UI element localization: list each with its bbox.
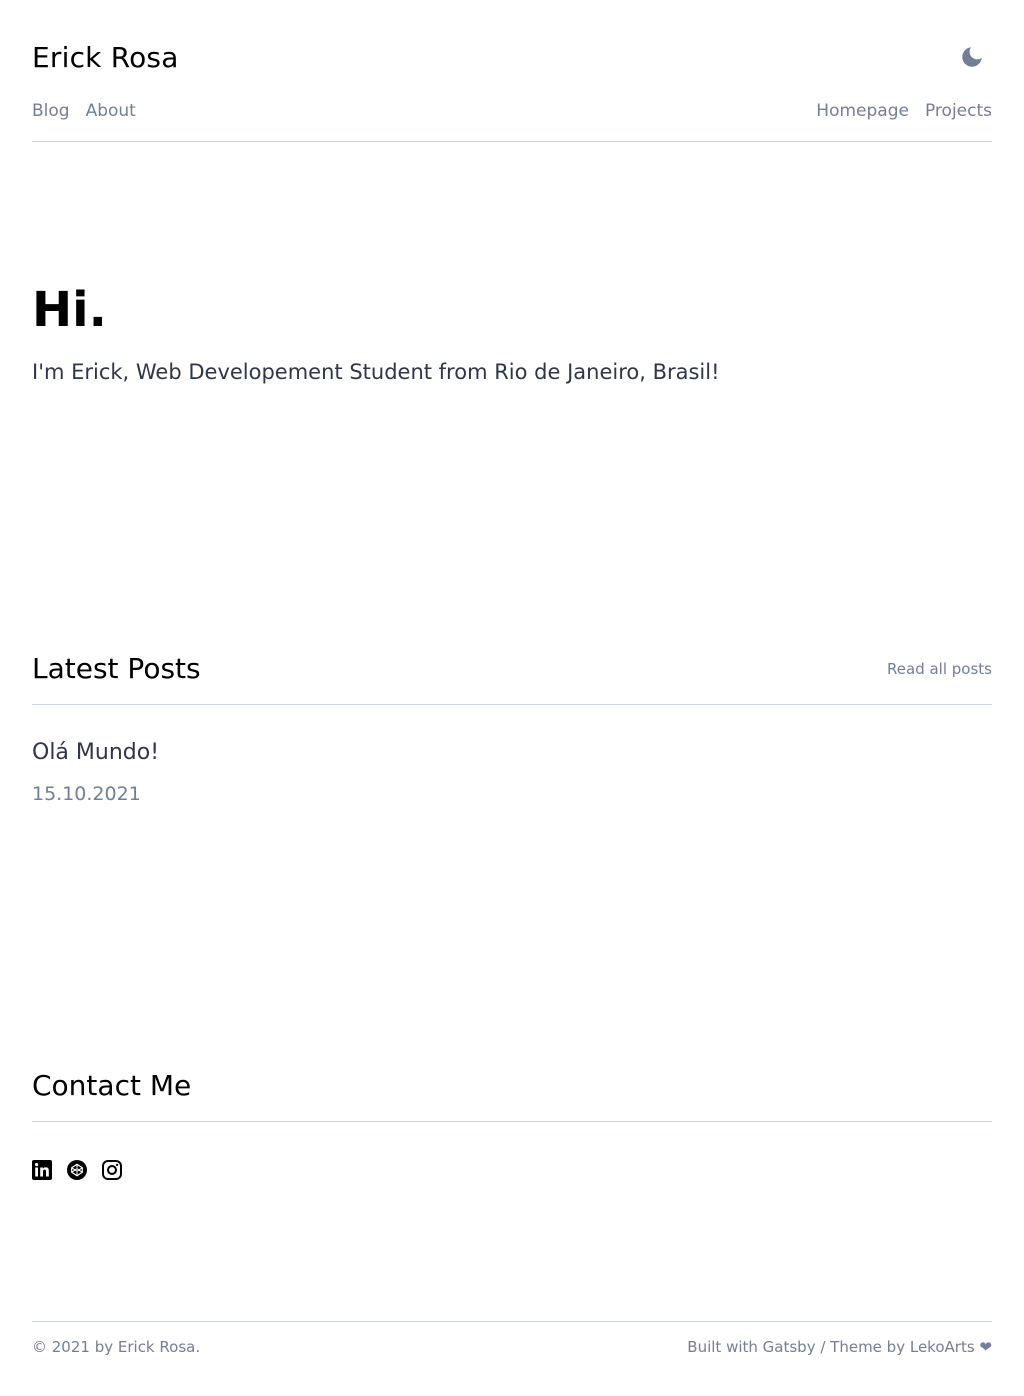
nav-right: Homepage Projects	[816, 101, 992, 121]
nav-item-projects[interactable]: Projects	[925, 101, 992, 121]
hero-subtitle: I'm Erick, Web Developement Student from…	[32, 360, 720, 384]
footer-divider	[32, 1321, 992, 1322]
codepen-link[interactable]	[67, 1160, 87, 1180]
latest-posts-title: Latest Posts	[32, 652, 201, 685]
nav-item-about[interactable]: About	[86, 101, 136, 121]
footer-credits: Built with Gatsby / Theme by LekoArts ❤	[687, 1338, 992, 1356]
footer-copyright: © 2021 by Erick Rosa.	[32, 1338, 201, 1356]
heart-icon: ❤	[979, 1338, 992, 1356]
linkedin-icon	[32, 1160, 52, 1180]
contact-title: Contact Me	[32, 1069, 192, 1102]
site-header: Erick Rosa	[32, 36, 992, 78]
social-links	[32, 1160, 122, 1180]
footer-built-prefix: Built with	[687, 1338, 763, 1356]
footer-separator: /	[815, 1338, 831, 1356]
contact-header: Contact Me	[32, 1069, 992, 1102]
main-nav: Blog About Homepage Projects	[32, 96, 992, 126]
linkedin-link[interactable]	[32, 1160, 52, 1180]
nav-item-homepage[interactable]: Homepage	[816, 101, 909, 121]
footer-theme-prefix: Theme by	[830, 1338, 910, 1356]
theme-toggle-button[interactable]	[952, 37, 992, 77]
instagram-link[interactable]	[102, 1160, 122, 1180]
hero-title: Hi.	[32, 282, 107, 338]
latest-posts-divider	[32, 704, 992, 705]
nav-left: Blog About	[32, 101, 136, 121]
instagram-icon	[102, 1160, 122, 1180]
read-all-posts-link[interactable]: Read all posts	[887, 660, 992, 678]
site-footer: © 2021 by Erick Rosa. Built with Gatsby …	[32, 1338, 992, 1356]
contact-divider	[32, 1121, 992, 1122]
gatsby-link[interactable]: Gatsby	[763, 1338, 816, 1356]
post-title-link[interactable]: Olá Mundo!	[32, 740, 159, 765]
site-title[interactable]: Erick Rosa	[32, 41, 179, 74]
moon-icon	[962, 47, 982, 67]
codepen-icon	[67, 1160, 87, 1180]
lekoarts-link[interactable]: LekoArts	[910, 1338, 975, 1356]
header-divider	[32, 141, 992, 142]
latest-posts-header: Latest Posts Read all posts	[32, 652, 992, 685]
nav-item-blog[interactable]: Blog	[32, 101, 70, 121]
post-date: 15.10.2021	[32, 783, 141, 805]
